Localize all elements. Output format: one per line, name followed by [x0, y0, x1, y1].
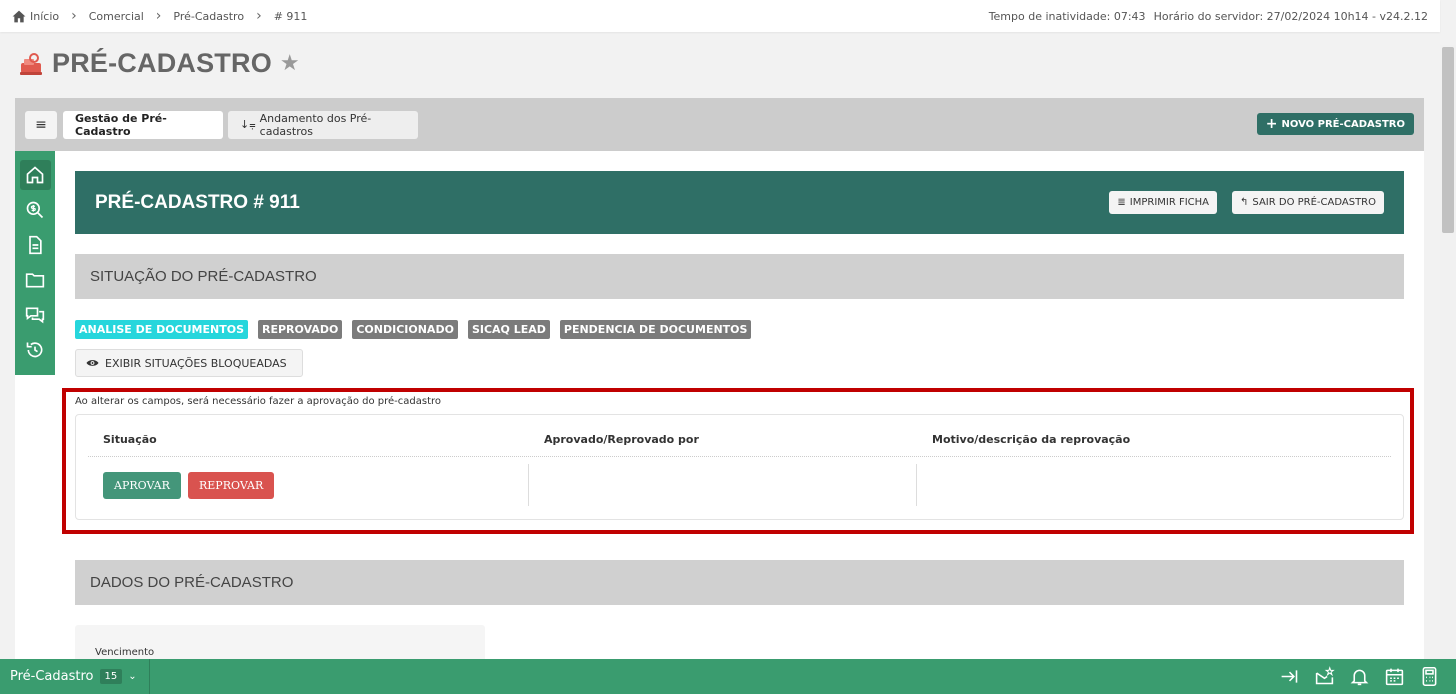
side-nav [15, 151, 55, 375]
module-label: Pré-Cadastro [10, 669, 94, 684]
tab-andamento[interactable]: ↓⩦ Andamento dos Pré-cadastros [228, 111, 418, 139]
history-icon [26, 342, 43, 358]
approve-button[interactable]: APROVAR [103, 472, 181, 499]
eye-icon [86, 360, 99, 366]
approval-card: Situação Aprovado/Reprovado por Motivo/d… [75, 414, 1404, 520]
folder-icon [25, 273, 45, 288]
document-icon [29, 235, 42, 255]
register-machine-icon [20, 52, 42, 75]
column-divider [916, 464, 917, 506]
status-badge-condicionado[interactable]: CONDICIONADO [352, 320, 458, 339]
page-title-text: PRÉ-CADASTRO [52, 48, 272, 78]
breadcrumb-current: # 911 [273, 9, 308, 23]
breadcrumb-comercial[interactable]: Comercial [89, 10, 144, 23]
new-pre-cadastro-button[interactable]: + NOVO PRÉ-CADASTRO [1256, 113, 1414, 135]
sidebar-item-search[interactable] [20, 195, 51, 225]
sidebar-item-home[interactable] [19, 160, 51, 190]
status-badge-analise[interactable]: ANALISE DE DOCUMENTOS [75, 320, 249, 339]
column-header-motivo: Motivo/descrição da reprovação [932, 433, 1131, 446]
show-blocked-button[interactable]: EXIBIR SITUAÇÕES BLOQUEADAS [75, 349, 303, 377]
chevron-right-icon: › [155, 8, 162, 24]
bottom-bar: Pré-Cadastro 15 ⌄ [0, 659, 1456, 694]
session-info: Tempo de inatividade: 07:43 Horário do s… [989, 10, 1428, 23]
sidebar-item-history[interactable] [20, 335, 51, 365]
home-icon [12, 10, 26, 22]
favorite-star-icon[interactable]: ★ [280, 51, 300, 76]
data-section-title: DADOS DO PRÉ-CADASTRO [75, 560, 1404, 605]
breadcrumb-home[interactable]: Início [12, 10, 59, 23]
module-count-badge: 15 [99, 669, 123, 684]
exit-button[interactable]: ↰ SAIR DO PRÉ-CADASTRO [1232, 191, 1384, 214]
status-badge-sicaq[interactable]: SICAQ LEAD [467, 320, 550, 339]
approval-note: Ao alterar os campos, será necessário fa… [75, 396, 442, 407]
list-icon: ≣ [1117, 197, 1126, 208]
breadcrumb-pre-cadastro[interactable]: Pré-Cadastro [173, 10, 244, 23]
collapse-right-icon[interactable] [1279, 666, 1300, 687]
server-time: Horário do servidor: 27/02/2024 10h14 - … [1153, 9, 1428, 23]
approval-block: Ao alterar os campos, será necessário fa… [62, 388, 1414, 534]
status-badge-reprovado[interactable]: REPROVADO [258, 320, 343, 339]
sidebar-item-folder[interactable] [20, 265, 51, 295]
reject-button[interactable]: REPROVAR [188, 472, 275, 499]
hamburger-icon: ≡ [35, 117, 47, 133]
mail-star-icon[interactable] [1314, 666, 1335, 687]
module-switcher[interactable]: Pré-Cadastro 15 ⌄ [0, 659, 150, 694]
calculator-icon[interactable] [1419, 666, 1440, 687]
chevron-right-icon: › [256, 8, 262, 24]
tabs-bar: ≡ Gestão de Pré-Cadastro ↓⩦ Andamento do… [15, 98, 1424, 151]
tab-gestao[interactable]: Gestão de Pré-Cadastro [63, 111, 223, 139]
status-badge-pendencia[interactable]: PENDENCIA DE DOCUMENTOS [559, 320, 752, 339]
column-divider [528, 464, 529, 506]
chevron-down-icon: ⌄ [128, 671, 137, 682]
pre-cadastro-title: PRÉ-CADASTRO # 911 [95, 191, 300, 213]
print-button[interactable]: ≣ IMPRIMIR FICHA [1109, 191, 1218, 214]
bell-icon[interactable] [1349, 666, 1370, 687]
home-icon [26, 166, 44, 184]
sidebar-item-chat[interactable] [20, 300, 51, 330]
menu-toggle-button[interactable]: ≡ [25, 111, 57, 139]
status-badges: ANALISE DE DOCUMENTOS REPROVADO CONDICIO… [75, 320, 752, 339]
chevron-right-icon: › [71, 8, 77, 24]
sort-numeric-icon: ↓⩦ [240, 118, 256, 131]
page-title: PRÉ-CADASTRO ★ [18, 48, 300, 79]
chat-icon [25, 307, 45, 324]
inactivity-time: Tempo de inatividade: 07:43 [988, 9, 1146, 23]
calendar-icon[interactable] [1384, 666, 1405, 687]
top-bar: Início › Comercial › Pré-Cadastro › # 91… [0, 0, 1440, 32]
main-panel: ≡ Gestão de Pré-Cadastro ↓⩦ Andamento do… [15, 98, 1424, 665]
plus-icon: + [1265, 116, 1278, 132]
reply-arrow-icon: ↰ [1240, 197, 1249, 208]
sidebar-item-documents[interactable] [20, 230, 51, 260]
breadcrumb: Início › Comercial › Pré-Cadastro › # 91… [12, 8, 307, 24]
search-dollar-icon [26, 201, 44, 219]
scrollbar-thumb[interactable] [1442, 47, 1454, 233]
pre-cadastro-header: PRÉ-CADASTRO # 911 ≣ IMPRIMIR FICHA ↰ SA… [75, 171, 1404, 234]
header-divider [88, 456, 1391, 457]
column-header-situacao: Situação [103, 433, 157, 446]
column-header-aprovado-por: Aprovado/Reprovado por [544, 433, 699, 446]
page-scrollbar[interactable] [1440, 45, 1456, 659]
vencimento-label: Vencimento [95, 647, 155, 658]
status-section-title: SITUAÇÃO DO PRÉ-CADASTRO [75, 254, 1404, 299]
